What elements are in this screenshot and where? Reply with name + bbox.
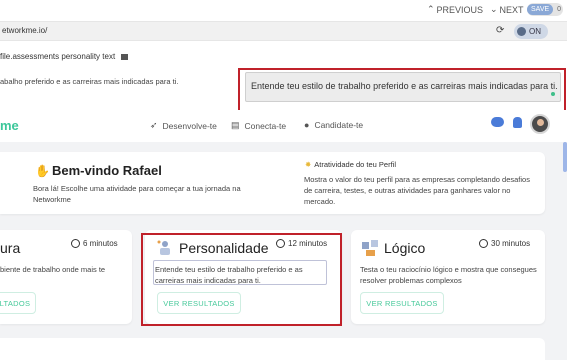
activity-heading: ✸ Atratividade do teu Perfil	[305, 160, 396, 169]
nav-label: Desenvolve-te	[162, 120, 217, 131]
logo[interactable]: me	[0, 118, 19, 133]
save-count: 0	[557, 6, 562, 13]
test-card-cultura[interactable]: ura 6 minutos biente de trabalho onde ma…	[0, 230, 132, 324]
bell-icon[interactable]	[513, 117, 522, 128]
view-results-button[interactable]: VER RESULTADOS	[360, 292, 444, 314]
url-bar[interactable]: etworkme.io/ ⟳ ON	[0, 21, 567, 41]
card-time-label: 6 minutos	[83, 239, 118, 248]
bottom-card	[0, 338, 545, 360]
next-button[interactable]: ⌄ NEXT	[490, 4, 524, 15]
activity-title: Atratividade do teu Perfil	[314, 160, 397, 169]
chevron-up-icon: ⌃	[427, 4, 435, 14]
nav-link-candidate[interactable]: ● Candidate-te	[304, 120, 363, 130]
person-icon	[517, 27, 526, 36]
top-toolbar: ⌃ PREVIOUS ⌄ NEXT SAVE 0	[0, 0, 567, 20]
welcome-subtitle: Bora lá! Escolhe uma atividade para come…	[33, 184, 241, 204]
refresh-icon[interactable]: ⟳	[496, 25, 504, 36]
welcome-title: Bem-vindo Rafael	[52, 163, 162, 178]
card-description: biente de trabalho onde mais te	[0, 265, 106, 274]
app-navbar: me ➶ Desenvolve-te ▤ Conecta-te ● Candid…	[0, 110, 567, 142]
previous-button[interactable]: ⌃ PREVIOUS	[427, 4, 483, 15]
save-label: SAVE	[527, 4, 554, 15]
welcome-card: ✋ Bem-vindo Rafael Bora lá! Escolhe uma …	[0, 152, 545, 214]
sun-icon: ✸	[305, 160, 312, 169]
url-text: etworkme.io/	[2, 26, 48, 35]
clock-icon	[71, 239, 80, 248]
previous-label: PREVIOUS	[436, 4, 484, 15]
test-card-logico[interactable]: Lógico 30 minutos Testa o teu raciocínio…	[351, 230, 545, 324]
highlight-box-card	[141, 233, 342, 326]
card-description: Testa o teu raciocínio lógico e mostra q…	[360, 265, 537, 285]
chat-icon[interactable]	[491, 117, 504, 127]
activity-text: Mostra o valor do teu perfil para as emp…	[304, 175, 530, 206]
preview-text: abalho preferido e as carreiras mais ind…	[0, 77, 179, 86]
selector-text: file.assessments personality text	[0, 52, 116, 61]
user-icon: ●	[304, 120, 310, 130]
card-time-label: 30 minutos	[491, 239, 531, 248]
selector-path: file.assessments personality text	[0, 52, 129, 61]
card-time: 30 minutos	[479, 239, 530, 248]
on-label: ON	[529, 27, 541, 36]
chevron-down-icon: ⌄	[490, 4, 498, 14]
next-label: NEXT	[499, 4, 524, 15]
card-time: 6 minutos	[71, 239, 118, 248]
nav-label: Candidate-te	[314, 120, 364, 130]
card-title: Lógico	[384, 240, 426, 256]
save-button[interactable]: SAVE 0	[527, 3, 563, 16]
avatar[interactable]	[530, 114, 550, 134]
clock-icon	[479, 239, 488, 248]
id-card-icon: ▤	[231, 120, 240, 130]
logic-icon	[362, 240, 378, 256]
rocket-icon: ➶	[150, 120, 158, 130]
nav-link-desenvolve[interactable]: ➶ Desenvolve-te	[150, 120, 217, 131]
nav-label: Conecta-te	[244, 120, 287, 131]
scrollbar[interactable]	[563, 142, 567, 172]
highlight-box-top	[238, 68, 566, 114]
waving-hand-icon: ✋	[35, 164, 50, 178]
tag-icon	[121, 53, 129, 60]
on-toggle[interactable]: ON	[514, 24, 548, 39]
view-results-button[interactable]: LTADOS	[0, 292, 36, 314]
card-title: ura	[0, 240, 21, 256]
nav-link-conecta[interactable]: ▤ Conecta-te	[231, 120, 286, 131]
